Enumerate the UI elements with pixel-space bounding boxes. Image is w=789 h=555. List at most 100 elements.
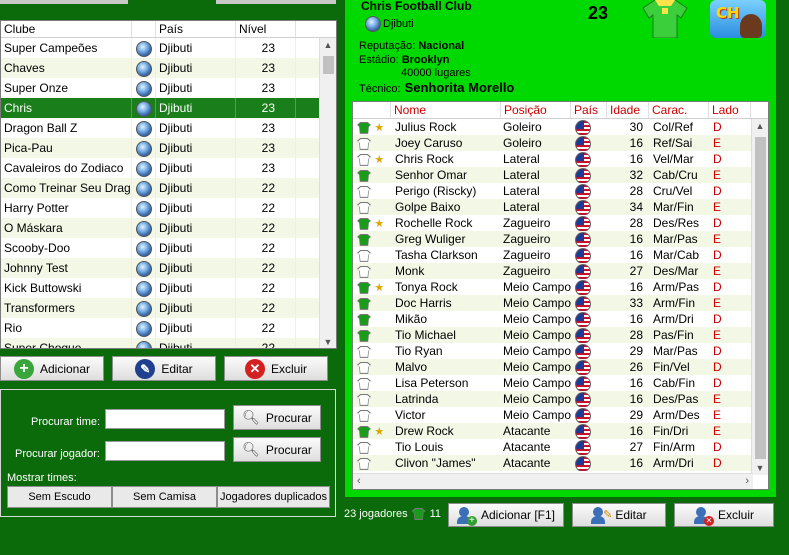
club-row[interactable]: Harry Potter Djibuti 22 — [1, 198, 336, 218]
club-row[interactable]: Super Choque Djibuti 22 — [1, 338, 336, 348]
col-side-header[interactable]: Lado — [709, 102, 751, 118]
player-row[interactable]: Senhor Omar Lateral 32 Cab/Cru E — [353, 167, 768, 183]
club-row[interactable]: Como Treinar Seu Dragã... Djibuti22 — [1, 178, 336, 198]
player-row[interactable]: ★ Tonya Rock Meio Campo 16 Arm/Pas D — [353, 279, 768, 295]
col-traits-header[interactable]: Carac. — [649, 102, 709, 118]
player-row[interactable]: Perigo (Riscky) Lateral 28 Cru/Vel D — [353, 183, 768, 199]
club-row[interactable]: Rio Djibuti 22 — [1, 318, 336, 338]
globe-flag-icon — [132, 58, 156, 78]
player-row[interactable]: ★ Drew Rock Atacante 16 Fin/Dri E — [353, 423, 768, 439]
col-country-header[interactable]: País — [156, 21, 236, 37]
player-position-cell: Atacante — [503, 424, 551, 438]
club-country-cell: Djibuti — [156, 198, 236, 218]
player-row[interactable]: Golpe Baixo Lateral 34 Mar/Fin E — [353, 199, 768, 215]
clubs-grid[interactable]: Clube País Nível Super Campeões Djibuti 23… — [0, 20, 337, 349]
clubs-rows: Super Campeões Djibuti 23 Chaves Djibuti 23 Su… — [1, 38, 336, 348]
club-row[interactable]: Super Campeões Djibuti 23 — [1, 38, 336, 58]
scroll-right-icon[interactable]: › — [745, 475, 749, 487]
search-team-input[interactable] — [105, 409, 225, 429]
club-row[interactable]: Johnny Test Djibuti 22 — [1, 258, 336, 278]
scroll-up-icon[interactable]: ▲ — [752, 121, 768, 131]
club-detail-panel: Chris Football Club Djibuti 23 CH Reputa… — [345, 0, 776, 497]
player-side-cell: D — [713, 152, 722, 166]
players-scroll-thumb[interactable] — [755, 137, 766, 459]
col-club-header[interactable]: Clube — [1, 21, 132, 37]
player-row[interactable]: Latrinda Meio Campo 16 Des/Pas E — [353, 391, 768, 407]
col-shirt-header[interactable] — [353, 102, 391, 118]
edit-player-button[interactable]: ✎ Editar — [572, 503, 666, 527]
player-row[interactable]: ★ Chris Rock Lateral 16 Vel/Mar D — [353, 151, 768, 167]
scroll-down-icon[interactable]: ▼ — [752, 463, 768, 473]
reputation-label: Reputação: — [359, 40, 416, 52]
club-row[interactable]: Super Onze Djibuti 23 — [1, 78, 336, 98]
col-position-header[interactable]: Posição — [501, 102, 571, 118]
edit-user-icon: ✎ — [591, 506, 612, 524]
col-flag-header[interactable] — [132, 21, 156, 37]
globe-flag-icon — [132, 78, 156, 98]
player-age-cell: 26 — [629, 360, 643, 374]
search-icon: 🔍︎ — [242, 409, 260, 425]
player-row[interactable]: Monk Zagueiro 27 Des/Mar E — [353, 263, 768, 279]
player-row[interactable]: Joey Caruso Goleiro 16 Ref/Sai E — [353, 135, 768, 151]
club-name: Chris Football Club — [361, 0, 472, 13]
clubs-scroll-thumb[interactable] — [323, 56, 334, 74]
player-row[interactable]: ★ Rochelle Rock Zagueiro 28 Des/Res D — [353, 215, 768, 231]
delete-player-button[interactable]: ✕ Excluir — [674, 503, 774, 527]
search-player-button[interactable]: 🔍︎ Procurar — [233, 437, 321, 462]
scroll-down-icon[interactable]: ▼ — [320, 337, 336, 347]
club-row[interactable]: Chaves Djibuti 23 — [1, 58, 336, 78]
club-row[interactable]: Dragon Ball Z Djibuti 23 — [1, 118, 336, 138]
player-side-cell: E — [713, 392, 722, 406]
player-traits-cell: Fin/Arm — [653, 440, 695, 454]
club-row[interactable]: Kick Buttowski Djibuti 22 — [1, 278, 336, 298]
add-club-button[interactable]: + Adicionar — [0, 356, 104, 381]
scroll-up-icon[interactable]: ▲ — [320, 40, 336, 50]
club-logo-face — [740, 14, 762, 38]
add-user-icon: + — [456, 506, 477, 526]
add-player-button[interactable]: + Adicionar [F1] — [448, 503, 564, 527]
club-row[interactable]: Cavaleiros do Zodiaco Djibuti 23 — [1, 158, 336, 178]
club-row[interactable]: O Máskara Djibuti 22 — [1, 218, 336, 238]
filter-no-shirt-button[interactable]: Sem Camisa — [112, 486, 217, 508]
player-position-cell: Lateral — [503, 168, 540, 182]
player-side-cell: E — [713, 424, 722, 438]
scroll-left-icon[interactable]: ‹ — [357, 475, 361, 487]
player-row[interactable]: Tio Michael Meio Campo 28 Pas/Fin E — [353, 327, 768, 343]
player-row[interactable]: Greg Wuliger Zagueiro 16 Mar/Pas E — [353, 231, 768, 247]
players-scrollbar[interactable]: ▲ ▼ — [751, 119, 768, 475]
filter-duplicates-button[interactable]: Jogadores duplicados — [217, 486, 330, 508]
search-player-input[interactable] — [105, 441, 225, 461]
club-row[interactable]: Scooby-Doo Djibuti 22 — [1, 238, 336, 258]
col-name-header[interactable]: Nome — [391, 102, 501, 118]
club-row[interactable]: Transformers Djibuti 22 — [1, 298, 336, 318]
player-row[interactable]: Victor Meio Campo 29 Arm/Des E — [353, 407, 768, 423]
player-row[interactable]: Doc Harris Meio Campo 33 Arm/Fin E — [353, 295, 768, 311]
filter-no-badge-button[interactable]: Sem Escudo — [7, 486, 112, 508]
col-level-header[interactable]: Nível — [236, 21, 296, 37]
player-row[interactable]: Tio Louis Atacante 27 Fin/Arm D — [353, 439, 768, 455]
players-grid[interactable]: Nome Posição País Idade Carac. Lado ★ Jul… — [352, 101, 769, 490]
player-row[interactable]: Malvo Meio Campo 26 Fin/Vel D — [353, 359, 768, 375]
player-row[interactable]: Mikão Meio Campo 16 Arm/Dri D — [353, 311, 768, 327]
player-status-cell — [353, 455, 391, 471]
player-row[interactable]: Tasha Clarkson Zagueiro 16 Mar/Cab D — [353, 247, 768, 263]
col-age-header[interactable]: Idade — [607, 102, 649, 118]
player-row[interactable]: ★ Julius Rock Goleiro 30 Col/Ref D — [353, 119, 768, 135]
club-row[interactable]: Chris Djibuti 23 — [1, 98, 336, 118]
col-country-header[interactable]: País — [571, 102, 607, 118]
player-traits-cell: Arm/Dri — [653, 312, 694, 326]
reserve-shirt-icon — [357, 249, 371, 262]
club-level-cell: 22 — [236, 178, 296, 198]
clubs-scrollbar[interactable]: ▲ ▼ — [319, 38, 336, 348]
club-row[interactable]: Pica-Pau Djibuti 23 — [1, 138, 336, 158]
player-age-cell: 33 — [629, 296, 643, 310]
player-row[interactable]: Clivon "James" Atacante 16 Arm/Dri D — [353, 455, 768, 471]
player-row[interactable]: Lisa Peterson Meio Campo 16 Cab/Fin D — [353, 375, 768, 391]
search-team-button[interactable]: 🔍︎ Procurar — [233, 405, 321, 430]
players-hscrollbar[interactable]: ‹ › — [353, 473, 753, 489]
player-row[interactable]: Tio Ryan Meio Campo 29 Mar/Pas D — [353, 343, 768, 359]
player-status-cell: ★ — [353, 215, 391, 231]
edit-club-button[interactable]: ✎ Editar — [112, 356, 216, 381]
delete-club-button[interactable]: ✕ Excluir — [224, 356, 328, 381]
player-name-cell: Victor — [395, 408, 426, 422]
